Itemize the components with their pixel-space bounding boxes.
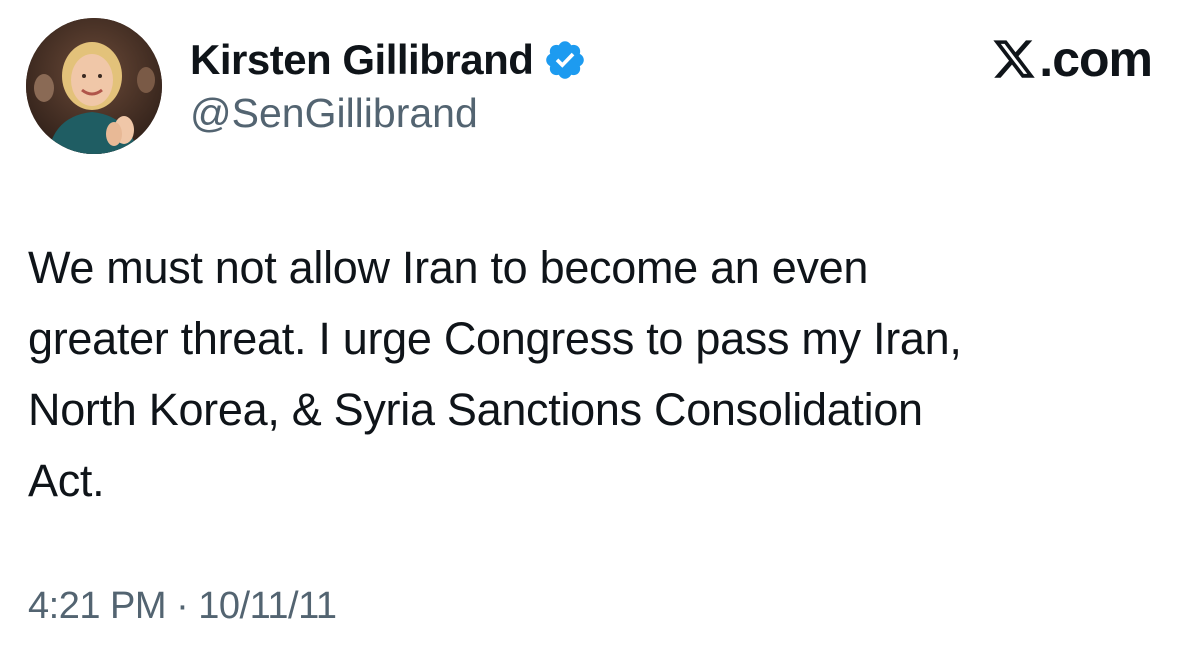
tweet-text-line: North Korea, & Syria Sanctions Consolida… xyxy=(28,384,923,435)
tweet-text-line: greater threat. I urge Congress to pass … xyxy=(28,313,962,364)
x-logo-icon xyxy=(993,40,1036,78)
verified-badge-icon xyxy=(543,38,587,82)
tweet-text-line: We must not allow Iran to become an even xyxy=(28,242,869,293)
tweet-text-line: Act. xyxy=(28,455,105,506)
profile-photo xyxy=(26,18,162,154)
tweet-card: Kirsten Gillibrand @SenGillibrand .com W… xyxy=(0,0,1200,658)
author-name-row: Kirsten Gillibrand xyxy=(190,30,587,90)
avatar[interactable] xyxy=(26,18,162,154)
x-brand: .com xyxy=(991,31,1153,87)
tweet-timestamp[interactable]: 4:21 PM · 10/11/11 xyxy=(28,585,337,628)
author-handle[interactable]: @SenGillibrand xyxy=(190,90,478,137)
brand-domain-text: .com xyxy=(1039,31,1153,87)
author-display-name[interactable]: Kirsten Gillibrand xyxy=(190,36,534,84)
tweet-body: We must not allow Iran to become an even… xyxy=(28,232,1178,516)
